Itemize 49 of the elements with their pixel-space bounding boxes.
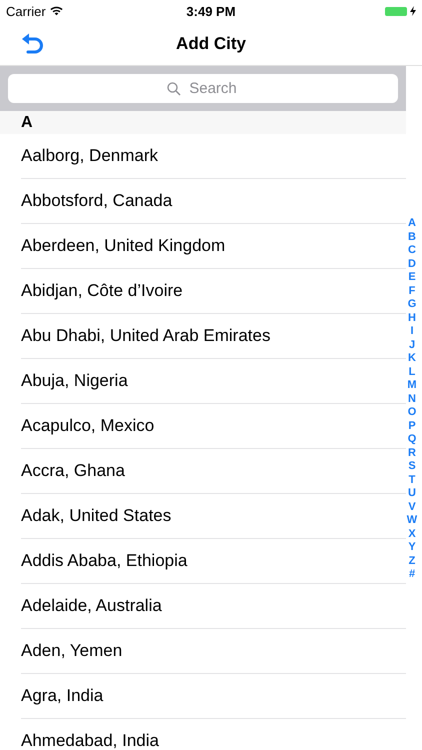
index-letter[interactable]: K <box>408 352 416 366</box>
city-row[interactable]: Aberdeen, United Kingdom <box>21 224 406 269</box>
index-letter[interactable]: S <box>408 460 416 474</box>
index-letter[interactable]: Q <box>408 433 416 446</box>
index-letter[interactable]: V <box>408 500 416 514</box>
index-letter[interactable]: P <box>408 420 416 433</box>
index-letter[interactable]: I <box>410 325 414 338</box>
undo-icon[interactable] <box>21 32 45 54</box>
index-letter[interactable]: X <box>408 528 416 541</box>
city-row[interactable]: Abuja, Nigeria <box>21 359 406 404</box>
index-letter[interactable]: T <box>408 474 416 487</box>
index-letter[interactable]: A <box>408 217 416 230</box>
search-field[interactable]: Search <box>8 74 398 103</box>
index-letter[interactable]: F <box>408 284 416 298</box>
index-letter[interactable]: G <box>408 298 416 312</box>
index-letter[interactable]: H <box>408 312 416 325</box>
city-row[interactable]: Addis Ababa, Ethiopia <box>21 539 406 584</box>
index-letter[interactable]: Y <box>408 541 416 554</box>
city-row[interactable]: Aalborg, Denmark <box>21 134 406 179</box>
city-row[interactable]: Agra, India <box>21 674 406 719</box>
index-letter[interactable]: O <box>408 406 416 420</box>
index-letter[interactable]: B <box>408 230 416 244</box>
index-letter[interactable]: M <box>407 379 417 392</box>
screen-title: Add City <box>176 34 246 54</box>
city-row[interactable]: Abu Dhabi, United Arab Emirates <box>21 314 406 359</box>
index-letter[interactable]: E <box>408 271 416 284</box>
index-letter[interactable]: # <box>408 568 416 582</box>
city-row[interactable]: Aden, Yemen <box>21 629 406 674</box>
index-letter[interactable]: N <box>408 392 416 406</box>
city-row[interactable]: Ahmedabad, India <box>21 719 406 750</box>
wifi-icon <box>50 6 63 16</box>
index-letter[interactable]: C <box>408 244 416 258</box>
city-row[interactable]: Adelaide, Australia <box>21 584 406 629</box>
city-row[interactable]: Abidjan, Côte d’Ivoire <box>21 269 406 314</box>
index-letter[interactable]: R <box>408 446 416 460</box>
index-letter[interactable]: U <box>408 487 416 500</box>
carrier-name: Carrier <box>6 4 46 18</box>
section-header: A <box>0 111 406 134</box>
city-row[interactable]: Adak, United States <box>21 494 406 539</box>
battery-icon <box>385 6 407 16</box>
city-row[interactable]: Acapulco, Mexico <box>21 404 406 449</box>
city-row[interactable]: Abbotsford, Canada <box>21 179 406 224</box>
index-letter[interactable]: D <box>408 258 416 271</box>
index-letter[interactable]: W <box>406 514 418 528</box>
index-letter[interactable]: Z <box>408 554 416 568</box>
status-time: 3:49 PM <box>186 4 236 18</box>
index-letter[interactable]: J <box>408 338 416 352</box>
index-letter[interactable]: L <box>408 366 416 379</box>
city-row[interactable]: Accra, Ghana <box>21 449 406 494</box>
